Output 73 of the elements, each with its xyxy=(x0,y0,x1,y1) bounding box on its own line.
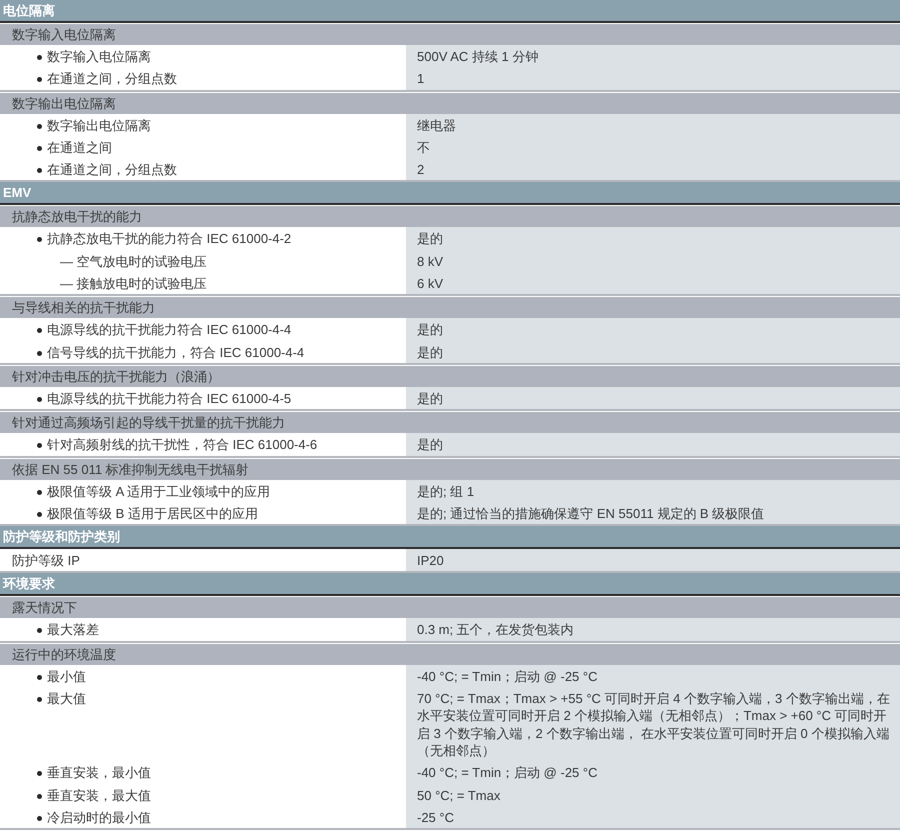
bullet-icon xyxy=(37,146,42,151)
spec-label: 电源导线的抗干扰能力符合 IEC 61000-4-4 xyxy=(47,321,292,339)
spec-value: 6 kV xyxy=(406,272,900,294)
group-header: 数字输出电位隔离 xyxy=(0,92,900,114)
spec-value: 70 °C; = Tmax；Tmax > +55 °C 可同时开启 4 个数字输入端，3 个数字输出端，在水平安装位置可同时开启 2 个模拟输入端（无相邻点）；Tmax > +60 °C 可同时开启 3 个数字输入端，2 个数字输出端， 在水平安装位置可同时开启 0 个模拟输入端（无相邻点） xyxy=(406,687,900,762)
spec-label: 针对高频射线的抗干扰性，符合 IEC 61000-4-6 xyxy=(47,436,318,454)
group-header: 数字输入电位隔离 xyxy=(0,23,900,45)
spec-label: 冷启动时的最小值 xyxy=(47,808,151,826)
bullet-icon xyxy=(37,55,42,60)
spec-label: 防护等级 IP xyxy=(12,552,80,570)
spec-label: 电源导线的抗干扰能力符合 IEC 61000-4-5 xyxy=(47,390,292,408)
spec-value: 8 kV xyxy=(406,250,900,272)
spec-label: 极限值等级 A 适用于工业领域中的应用 xyxy=(47,482,270,500)
spec-label: 信号导线的抗干扰能力，符合 IEC 61000-4-4 xyxy=(47,344,304,361)
bullet-icon xyxy=(37,328,42,334)
spec-label: 最大落差 xyxy=(47,621,99,639)
section-header: 电位隔离 xyxy=(0,0,900,23)
group-header: 针对冲击电压的抗干扰能力（浪涌） xyxy=(0,364,900,387)
spec-value: 继电器 xyxy=(406,114,900,136)
spec-label: 极限值等级 B 适用于居民区中的应用 xyxy=(47,504,258,522)
spec-value: 是的; 组 1 xyxy=(406,480,900,502)
spec-value: 500V AC 持续 1 分钟 xyxy=(406,45,900,68)
bullet-icon xyxy=(37,443,42,448)
spec-label: — 接触放电时的试验电压 xyxy=(60,275,207,292)
spec-label: 最小值 xyxy=(47,668,86,686)
bullet-icon xyxy=(37,77,42,82)
bullet-icon xyxy=(37,674,42,680)
spec-label: 垂直安装，最大值 xyxy=(47,786,151,804)
bullet-icon xyxy=(37,794,42,799)
bullet-icon xyxy=(37,168,42,174)
bullet-icon xyxy=(37,816,42,821)
spec-label: 抗静态放电干扰的能力符合 IEC 61000-4-2 xyxy=(47,230,292,248)
spec-label: 最大值 xyxy=(47,690,86,708)
spec-label: 在通道之间，分组点数 xyxy=(47,161,177,178)
spec-label: — 空气放电时的试验电压 xyxy=(60,252,207,270)
group-header: 针对通过高频场引起的导线干扰量的抗干扰能力 xyxy=(0,411,900,434)
spec-value: IP20 xyxy=(406,549,900,572)
spec-label: 在通道之间 xyxy=(47,138,112,156)
bullet-icon xyxy=(37,237,42,242)
spec-value: -25 °C xyxy=(406,806,900,828)
group-header: 露天情况下 xyxy=(0,596,900,618)
bullet-icon xyxy=(37,697,42,702)
bullet-icon xyxy=(37,771,42,776)
spec-value: 0.3 m; 五个，在发货包装内 xyxy=(406,618,900,641)
spec-value: 不 xyxy=(406,136,900,158)
bullet-icon xyxy=(37,628,42,634)
spec-value: 是的 xyxy=(406,318,900,341)
bullet-icon xyxy=(37,490,42,495)
section-header: 防护等级和防护类别 xyxy=(0,526,900,550)
spec-value: 是的 xyxy=(406,433,900,456)
group-header: 抗静态放电干扰的能力 xyxy=(0,205,900,228)
spec-label: 垂直安装，最小值 xyxy=(47,764,151,782)
spec-label: 在通道之间，分组点数 xyxy=(47,70,177,88)
group-header: 运行中的环境温度 xyxy=(0,642,900,665)
spec-value: 是的 xyxy=(406,386,900,410)
spec-value: 是的; 通过恰当的措施确保遵守 EN 55011 规定的 B 级极限值 xyxy=(406,502,900,524)
spec-value: 是的 xyxy=(406,340,900,363)
section-header: EMV xyxy=(0,182,900,206)
spec-value: 1 xyxy=(406,67,900,90)
bullet-icon xyxy=(37,512,42,517)
group-header: 依据 EN 55 011 标准抑制无线电干扰辐射 xyxy=(0,458,900,480)
spec-value: 2 xyxy=(406,158,900,180)
bullet-icon xyxy=(37,350,42,356)
spec-value: 是的 xyxy=(406,227,900,250)
spec-label: 数字输入电位隔离 xyxy=(47,48,151,66)
group-header: 与导线相关的抗干扰能力 xyxy=(0,296,900,318)
spec-label: 数字输出电位隔离 xyxy=(47,116,151,134)
section-header: 环境要求 xyxy=(0,573,900,596)
bullet-icon xyxy=(37,124,42,129)
spec-value: -40 °C; = Tmin；启动 @ -25 °C xyxy=(406,761,900,784)
spec-value: 50 °C; = Tmax xyxy=(406,784,900,806)
bullet-icon xyxy=(37,396,42,402)
spec-value: -40 °C; = Tmin；启动 @ -25 °C xyxy=(406,664,900,688)
